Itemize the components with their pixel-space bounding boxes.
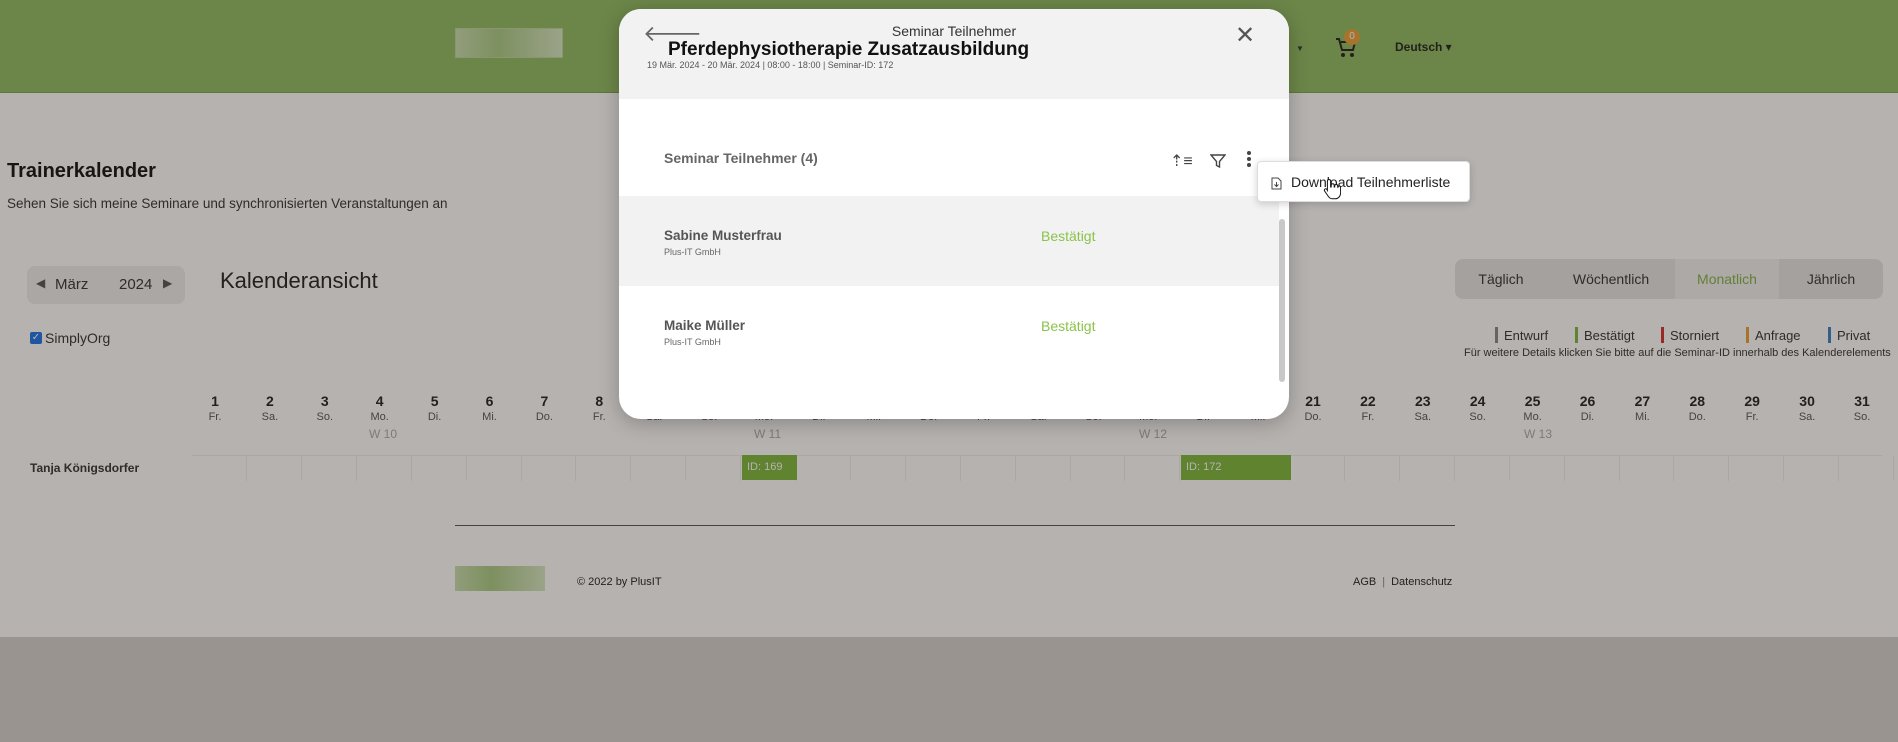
modal-header: 🡐 Seminar Teilnehmer Pferdephysiotherapi… (619, 9, 1289, 99)
hand-cursor-icon (1323, 178, 1341, 200)
sort-icon[interactable]: ⇡≡ (1170, 151, 1193, 171)
modal-scrollbar[interactable] (1279, 219, 1285, 382)
document-download-icon (1271, 177, 1282, 190)
more-vertical-icon[interactable] (1246, 150, 1252, 168)
participants-modal: 🡐 Seminar Teilnehmer Pferdephysiotherapi… (619, 9, 1289, 419)
download-participants-menu-item[interactable]: Download Teilnehmerliste (1257, 161, 1470, 202)
participant-name: Sabine Musterfrau (664, 228, 782, 243)
backdrop-lower-band (0, 637, 1898, 742)
participants-list-header: Seminar Teilnehmer (4) ⇡≡ (619, 99, 1289, 196)
seminar-meta: 19 Mär. 2024 - 20 Mär. 2024 | 08:00 - 18… (647, 60, 894, 70)
participant-org: Plus-IT GmbH (664, 337, 721, 347)
participant-status: Bestätigt (1041, 318, 1096, 334)
filter-icon[interactable] (1210, 153, 1226, 169)
participant-org: Plus-IT GmbH (664, 247, 721, 257)
seminar-title: Pferdephysiotherapie Zusatzausbildung (668, 39, 1030, 60)
participant-name: Maike Müller (664, 318, 746, 333)
participant-row[interactable]: Sabine Musterfrau Plus-IT GmbH Bestätigt (619, 196, 1279, 286)
participant-row[interactable]: Maike Müller Plus-IT GmbH Bestätigt (619, 286, 1279, 376)
close-icon[interactable]: ✕ (1235, 21, 1255, 50)
download-label: Download Teilnehmerliste (1291, 174, 1451, 190)
participants-list-title: Seminar Teilnehmer (4) (664, 150, 818, 166)
modal-label: Seminar Teilnehmer (891, 23, 1017, 39)
participant-status: Bestätigt (1041, 228, 1096, 244)
